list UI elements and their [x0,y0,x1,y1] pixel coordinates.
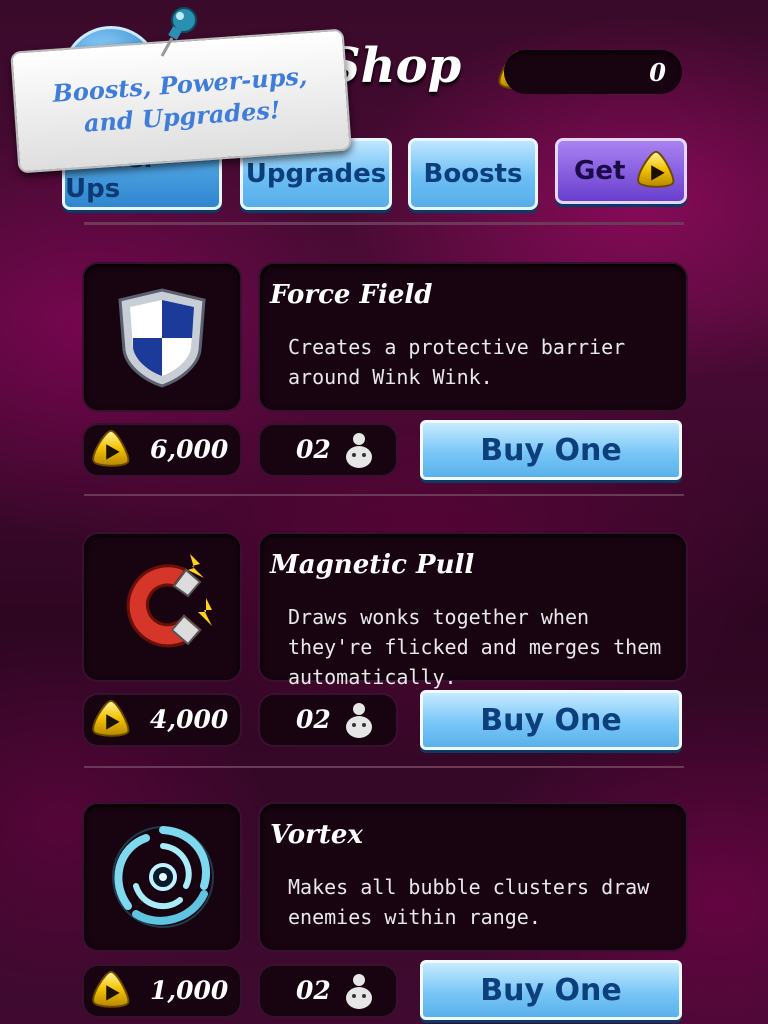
item-price: 1,000 [84,966,240,1016]
tab-get-currency[interactable]: Get [555,138,687,204]
item-owned-count: 02 [260,966,396,1016]
character-icon [346,703,372,738]
item-description: Draws wonks together when they're flicke… [288,605,662,689]
shield-icon [118,288,206,388]
owned-count-value: 02 [296,976,331,1005]
coin-icon [92,970,130,1008]
owned-count-value: 02 [296,435,331,464]
buy-one-button[interactable]: Buy One [420,960,682,1020]
item-divider [84,494,684,496]
buy-one-button[interactable]: Buy One [420,690,682,750]
magnet-icon [126,554,212,648]
currency-balance: 0 [649,58,666,87]
character-icon [346,433,372,468]
item-divider [84,766,684,768]
promo-text: Boosts, Power-ups, and Upgrades! [34,59,328,143]
item-owned-count: 02 [260,425,396,475]
item-info-box: Force Field Creates a protective barrier… [260,264,686,410]
price-value: 1,000 [150,976,229,1005]
item-icon-box [84,534,240,680]
pushpin-icon [160,7,197,57]
vortex-icon [112,826,214,928]
item-price: 4,000 [84,695,240,745]
item-icon-box [84,804,240,950]
coin-icon [92,429,130,467]
character-icon [346,974,372,1009]
tab-divider [84,222,684,225]
item-owned-count: 02 [260,695,396,745]
item-price: 6,000 [84,425,240,475]
item-description: Makes all bubble clusters draw enemies w… [288,875,650,929]
buy-one-button[interactable]: Buy One [420,420,682,480]
item-icon-box [84,264,240,410]
price-value: 6,000 [150,435,229,464]
coin-icon [637,150,675,188]
item-name: Magnetic Pull [270,550,475,580]
tab-get-label: Get [574,156,626,186]
currency-display: 0 [504,50,682,94]
item-info-box: Vortex Makes all bubble clusters draw en… [260,804,686,950]
coin-icon [92,699,130,737]
price-value: 4,000 [150,705,229,734]
item-description: Creates a protective barrier around Wink… [288,335,626,389]
item-name: Force Field [270,280,433,310]
tab-boosts[interactable]: Boosts [408,138,538,210]
owned-count-value: 02 [296,705,331,734]
item-name: Vortex [270,820,363,850]
item-info-box: Magnetic Pull Draws wonks together when … [260,534,686,689]
